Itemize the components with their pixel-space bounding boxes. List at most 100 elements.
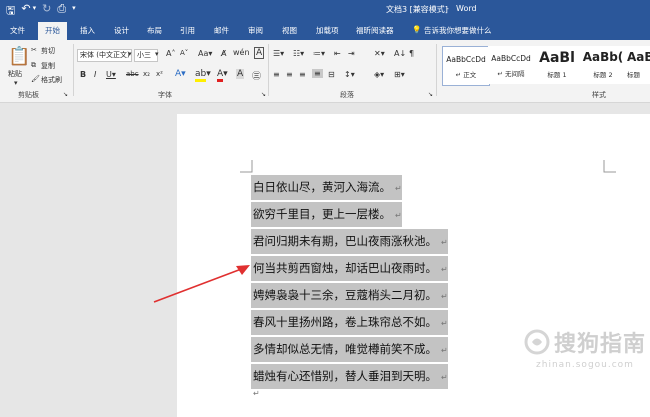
enclose-characters-icon[interactable]: ㊂ — [252, 69, 261, 82]
style-preview: AaBl — [539, 50, 575, 66]
undo-dropdown-icon[interactable]: ▾ — [33, 4, 37, 21]
tab-foxit-reader[interactable]: 福昕阅读器 — [356, 25, 394, 36]
document-line[interactable]: 多情却似总无情，唯觉樽前笑不成。 ↵ — [251, 337, 448, 362]
document-line[interactable]: 蜡烛有心还惜别，替人垂泪到天明。 ↵ — [251, 364, 448, 389]
tab-references[interactable]: 引用 — [180, 25, 195, 36]
document-line[interactable]: 娉娉袅袅十三余，豆蔻梢头二月初。 ↵ — [251, 283, 448, 308]
document-line[interactable]: 白日依山尽，黄河入海流。 ↵ — [251, 175, 402, 200]
copy-icon[interactable]: ⧉ — [31, 61, 36, 70]
annotation-arrow-icon — [153, 265, 250, 303]
tab-insert[interactable]: 插入 — [80, 25, 95, 36]
lightbulb-icon: 💡 — [412, 25, 422, 34]
line-text: 何当共剪西窗烛，却话巴山夜雨时。 — [253, 261, 437, 275]
paragraph-launcher-icon[interactable]: ↘ — [428, 91, 433, 98]
tell-me-search[interactable]: 告诉我你想要做什么 — [424, 25, 492, 36]
style-name: ↵ 正文 — [455, 71, 477, 79]
increase-indent-icon[interactable]: ⇥ — [348, 49, 355, 58]
numbering-icon[interactable]: ☷▾ — [293, 49, 304, 58]
font-size-value: 小三 — [137, 51, 151, 59]
clear-formatting-icon[interactable]: A̸ — [221, 49, 226, 58]
style-preview: AaB — [627, 50, 650, 64]
justify-icon[interactable]: ≡ — [312, 69, 323, 78]
shrink-font-icon[interactable]: A˅ — [180, 49, 188, 57]
paragraph-mark: ↵ — [441, 319, 448, 328]
paste-button[interactable]: 粘贴 — [8, 69, 22, 79]
tab-file[interactable]: 文件 — [10, 25, 25, 36]
watermark: 搜狗指南 zhinan.sogou.com — [524, 326, 646, 370]
style-heading-2[interactable]: AaBb( 标题 2 — [580, 46, 626, 84]
highlight-color-icon[interactable]: ab▾ — [195, 69, 211, 82]
font-color-icon[interactable]: A▾ — [217, 69, 228, 82]
watermark-cn: 搜狗指南 — [553, 332, 646, 357]
redo-icon[interactable]: ↻ — [42, 2, 51, 21]
line-spacing-icon[interactable]: ↕▾ — [344, 70, 355, 79]
decrease-indent-icon[interactable]: ⇤ — [334, 49, 341, 58]
chinese-layout-icon[interactable]: ✕▾ — [374, 49, 385, 58]
line-text: 君问归期未有期，巴山夜雨涨秋池。 — [253, 234, 437, 248]
style-title[interactable]: AaB 标题 — [626, 46, 650, 84]
tab-review[interactable]: 审阅 — [248, 25, 263, 36]
borders-icon[interactable]: ⊞▾ — [394, 70, 405, 79]
grow-font-icon[interactable]: A˄ — [166, 49, 175, 58]
tab-mailings[interactable]: 邮件 — [214, 25, 229, 36]
font-size-dropdown-icon[interactable]: ▾ — [155, 50, 159, 58]
format-painter-button[interactable]: 格式刷 — [41, 75, 62, 85]
cut-icon[interactable]: ✂ — [31, 46, 37, 54]
save-icon[interactable]: 🖫 — [6, 2, 15, 21]
align-left-icon[interactable]: ≡ — [273, 70, 280, 79]
separator — [268, 44, 269, 96]
paste-dropdown-icon[interactable]: ▾ — [14, 79, 18, 87]
undo-icon[interactable]: ↶ — [21, 2, 30, 21]
document-line[interactable]: 欲穷千里目，更上一层楼。 ↵ — [251, 202, 402, 227]
change-case-icon[interactable]: Aa▾ — [198, 49, 212, 58]
customize-qat-icon[interactable]: ▾ — [72, 4, 76, 21]
strikethrough-icon[interactable]: abc — [126, 70, 139, 78]
character-border-icon[interactable]: A — [254, 47, 265, 59]
crop-mark-top-right — [603, 160, 616, 173]
tab-layout[interactable]: 布局 — [147, 25, 162, 36]
align-center-icon[interactable]: ≡ — [286, 70, 293, 79]
bold-icon[interactable]: B — [80, 70, 86, 79]
italic-icon[interactable]: I — [94, 70, 96, 79]
sort-icon[interactable]: A↓ — [394, 49, 406, 58]
style-heading-1[interactable]: AaBl 标题 1 — [534, 46, 580, 84]
document-line[interactable]: 春风十里扬州路，卷上珠帘总不如。 ↵ — [251, 310, 448, 335]
paste-icon[interactable]: 📋 — [8, 46, 30, 67]
font-name-dropdown-icon[interactable]: ▾ — [128, 50, 132, 58]
print-preview-icon[interactable]: ⎙ — [57, 2, 66, 21]
document-line[interactable]: 君问归期未有期，巴山夜雨涨秋池。 ↵ — [251, 229, 448, 254]
paragraph-group-label: 段落 — [340, 91, 354, 99]
document-line[interactable]: 何当共剪西窗烛，却话巴山夜雨时。 ↵ — [251, 256, 448, 281]
line-text: 欲穷千里目，更上一层楼。 — [253, 207, 391, 221]
paragraph-mark: ↵ — [395, 184, 402, 193]
distributed-icon[interactable]: ⊟ — [328, 70, 335, 79]
format-painter-icon[interactable]: 🖌 — [31, 75, 40, 83]
style-preview: AaBbCcDd — [446, 55, 486, 64]
style-no-spacing[interactable]: AaBbCcDd ↵ 无间隔 — [488, 46, 534, 84]
tab-home[interactable]: 开始 — [38, 22, 67, 41]
superscript-icon[interactable]: x² — [156, 70, 163, 78]
text-effects-icon[interactable]: A▾ — [175, 69, 186, 79]
phonetic-guide-icon[interactable]: wén — [233, 48, 250, 57]
tab-design[interactable]: 设计 — [114, 25, 129, 36]
bullets-icon[interactable]: ☰▾ — [273, 49, 284, 58]
line-text: 娉娉袅袅十三余，豆蔻梢头二月初。 — [253, 288, 437, 302]
subscript-icon[interactable]: x₂ — [143, 70, 150, 78]
multilevel-list-icon[interactable]: ≔▾ — [313, 49, 325, 58]
shading-icon[interactable]: ◈▾ — [374, 70, 384, 79]
cut-button[interactable]: 剪切 — [41, 46, 55, 56]
align-right-icon[interactable]: ≡ — [299, 70, 306, 79]
clipboard-group-label: 剪贴板 — [18, 91, 39, 99]
tab-addins[interactable]: 加载项 — [316, 25, 339, 36]
tab-view[interactable]: 视图 — [282, 25, 297, 36]
show-marks-icon[interactable]: ¶ — [409, 49, 414, 58]
style-normal[interactable]: AaBbCcDd ↵ 正文 — [442, 46, 490, 86]
character-shading-icon[interactable]: A — [236, 69, 245, 79]
underline-icon[interactable]: U▾ — [106, 70, 116, 79]
copy-button[interactable]: 复制 — [41, 61, 55, 71]
paragraph-mark: ↵ — [441, 292, 448, 301]
style-name: 标题 — [627, 71, 640, 79]
font-name-select[interactable]: 宋体 (中文正文) — [77, 49, 132, 62]
clipboard-launcher-icon[interactable]: ↘ — [63, 91, 68, 98]
font-launcher-icon[interactable]: ↘ — [261, 91, 266, 98]
